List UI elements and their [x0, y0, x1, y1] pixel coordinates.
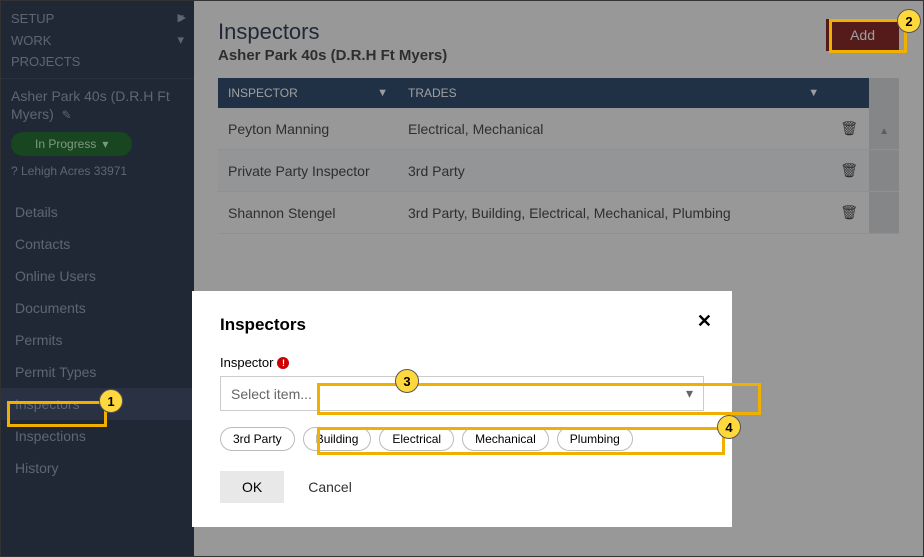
trade-chips: 3rd Party Building Electrical Mechanical…	[220, 427, 704, 451]
modal-actions: OK Cancel	[220, 471, 704, 503]
caret-down-icon: ▾	[686, 385, 693, 402]
chip-building[interactable]: Building	[303, 427, 372, 451]
chip-3rd-party[interactable]: 3rd Party	[220, 427, 295, 451]
modal-title: Inspectors	[220, 315, 704, 335]
chip-plumbing[interactable]: Plumbing	[557, 427, 633, 451]
required-icon: !	[277, 357, 289, 369]
modal-overlay: Inspectors ✕ Inspector ! Select item... …	[1, 1, 923, 556]
ok-button[interactable]: OK	[220, 471, 284, 503]
field-label: Inspector !	[220, 355, 704, 370]
inspectors-modal: Inspectors ✕ Inspector ! Select item... …	[192, 291, 732, 527]
close-icon[interactable]: ✕	[697, 311, 712, 332]
field-label-text: Inspector	[220, 355, 273, 370]
chip-mechanical[interactable]: Mechanical	[462, 427, 549, 451]
chip-electrical[interactable]: Electrical	[379, 427, 454, 451]
cancel-button[interactable]: Cancel	[308, 471, 352, 503]
dropdown-placeholder: Select item...	[231, 386, 312, 402]
inspector-dropdown[interactable]: Select item... ▾	[220, 376, 704, 411]
